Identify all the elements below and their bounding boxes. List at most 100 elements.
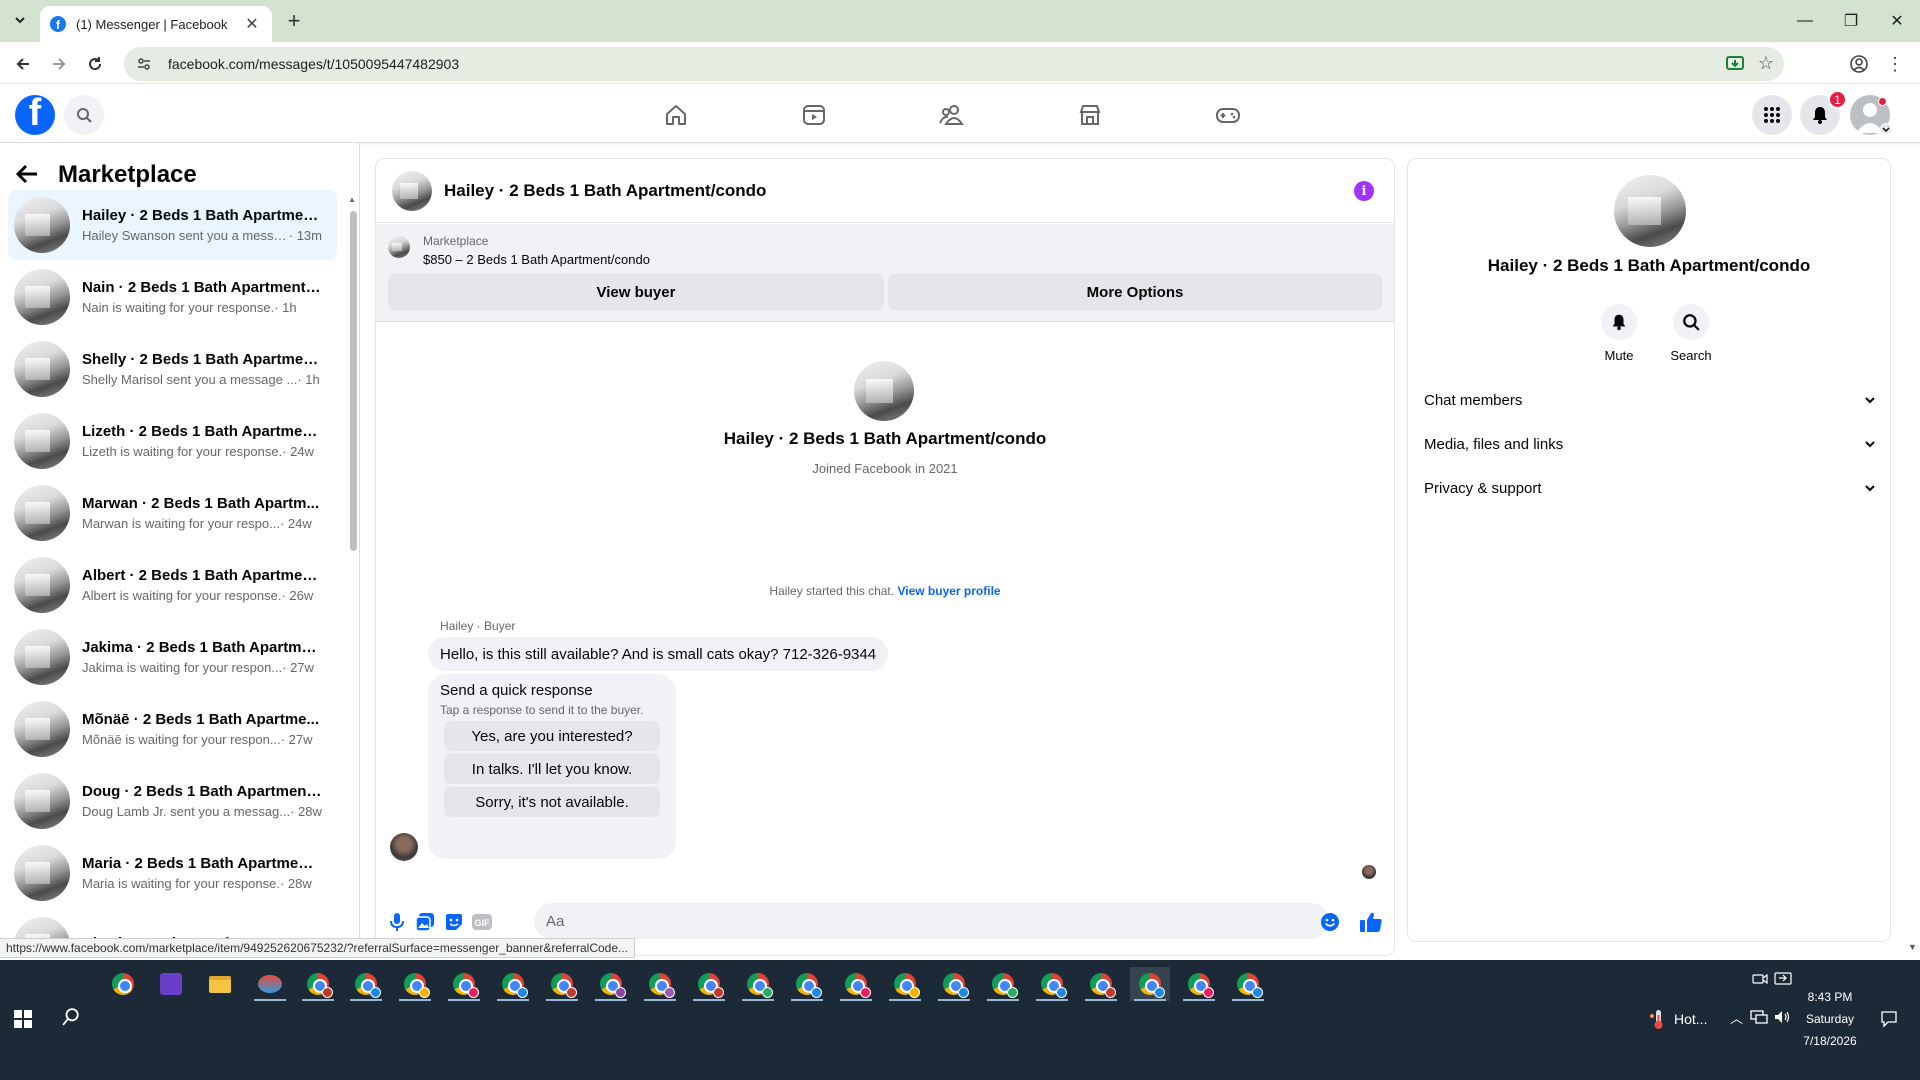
taskbar-chrome-profile-icon[interactable] (738, 967, 778, 1001)
nav-marketplace[interactable] (1034, 93, 1146, 137)
account-chevron-icon[interactable] (1880, 123, 1892, 135)
close-tab-icon[interactable]: ✕ (242, 14, 262, 34)
taskbar-chrome-profile-icon[interactable] (787, 967, 827, 1001)
facebook-search-button[interactable] (64, 95, 104, 135)
nav-video[interactable] (758, 93, 870, 137)
intro-avatar[interactable] (854, 361, 914, 421)
nav-friends[interactable] (896, 93, 1008, 137)
windows-start-icon[interactable] (14, 1010, 32, 1028)
quick-response-yes[interactable]: Yes, are you interested? (444, 721, 660, 751)
taskbar-chrome-profile-icon[interactable] (885, 967, 925, 1001)
taskbar-chrome-profile-icon[interactable] (1130, 967, 1170, 1001)
meet-now-icon[interactable] (1752, 972, 1768, 989)
scroll-up-arrow-icon[interactable]: ▲ (348, 195, 356, 204)
taskbar-chrome-profile-icon[interactable] (1032, 967, 1072, 1001)
taskbar-chrome-profile-icon[interactable] (346, 967, 386, 1001)
section-privacy-support[interactable]: Privacy & support (1424, 470, 1876, 506)
nav-home[interactable] (620, 93, 732, 137)
taskbar-chrome-profile-icon[interactable] (640, 967, 680, 1001)
taskbar-chrome-profile-icon[interactable] (493, 967, 533, 1001)
nav-gaming[interactable] (1172, 93, 1284, 137)
taskbar-chrome-profile-icon[interactable] (395, 967, 435, 1001)
conversation-item[interactable]: Shelly · 2 Beds 1 Bath Apartment... Shell… (8, 334, 337, 404)
clock-time[interactable]: 8:43 PM (1800, 990, 1860, 1004)
site-info-icon[interactable] (136, 56, 152, 72)
browser-tab-messenger[interactable]: f (1) Messenger | Facebook ✕ (40, 6, 272, 42)
conversation-item[interactable]: Maria · 2 Beds 1 Bath Apartment... Maria … (8, 838, 337, 908)
taskbar-chrome-profile-icon[interactable] (934, 967, 974, 1001)
browser-menu-button[interactable]: ⋮ (1882, 51, 1908, 77)
sender-avatar[interactable] (390, 833, 418, 861)
conversation-item[interactable]: Jakima · 2 Beds 1 Bath Apartme... Jakima … (8, 622, 337, 692)
photo-icon[interactable] (414, 911, 436, 933)
back-button[interactable] (10, 51, 36, 77)
view-buyer-profile-link[interactable]: View buyer profile (897, 584, 1000, 598)
sidebar-scrollbar[interactable] (350, 211, 357, 551)
chat-avatar[interactable] (392, 170, 432, 211)
view-buyer-button[interactable]: View buyer (388, 274, 884, 310)
reload-button[interactable] (82, 51, 108, 77)
screen-share-icon[interactable] (1774, 971, 1792, 990)
minimize-button[interactable]: — (1782, 6, 1828, 36)
quick-response-not-available[interactable]: Sorry, it's not available. (444, 787, 660, 817)
conversation-item[interactable]: Hailey · 2 Beds 1 Bath Apartmen... Hailey… (8, 190, 337, 260)
quick-response-in-talks[interactable]: In talks. I'll let you know. (444, 754, 660, 784)
message-input[interactable] (534, 903, 1329, 939)
taskbar-chrome-profile-icon[interactable] (1228, 967, 1268, 1001)
conversation-item[interactable]: Marwan · 2 Beds 1 Bath Apartm... Marwan i… (8, 478, 337, 548)
action-center-icon[interactable] (1880, 1010, 1898, 1031)
conversation-item[interactable]: Albert · 2 Beds 1 Bath Apartmen... Albert… (8, 550, 337, 620)
microphone-icon[interactable] (386, 911, 408, 933)
volume-icon[interactable] (1774, 1010, 1792, 1027)
taskbar-chrome-profile-icon[interactable] (1081, 967, 1121, 1001)
taskbar-app-icon[interactable] (250, 967, 290, 1001)
profile-button[interactable] (1846, 51, 1872, 77)
taskbar-chrome-profile-icon[interactable] (444, 967, 484, 1001)
taskbar-app-purple-icon[interactable] (151, 967, 191, 1001)
info-icon[interactable]: i (1354, 181, 1374, 201)
mute-action[interactable]: Mute (1589, 304, 1649, 363)
emoji-icon[interactable] (1319, 911, 1341, 933)
taskbar-chrome-profile-icon[interactable] (542, 967, 582, 1001)
tray-overflow-chevron-icon[interactable]: ︿ (1730, 1008, 1743, 1027)
conversation-item[interactable]: Nain · 2 Beds 1 Bath Apartment/... Nain i… (8, 262, 337, 332)
conversation-item[interactable]: Mõnäē · 2 Beds 1 Bath Apartme... Mõnäē is… (8, 694, 337, 764)
network-icon[interactable] (1750, 1010, 1768, 1027)
like-thumb-icon[interactable] (1358, 911, 1384, 933)
tab-search-button[interactable] (8, 8, 32, 32)
chat-title[interactable]: Hailey · 2 Beds 1 Bath Apartment/condo (444, 181, 766, 201)
info-avatar[interactable] (1614, 175, 1686, 247)
conversation-item[interactable]: Doug · 2 Beds 1 Bath Apartment... Doug La… (8, 766, 337, 836)
section-media-files-links[interactable]: Media, files and links (1424, 426, 1876, 462)
taskbar-search-icon[interactable] (62, 1008, 80, 1031)
taskbar-chrome-profile-icon[interactable] (689, 967, 729, 1001)
taskbar-chrome-profile-icon[interactable] (836, 967, 876, 1001)
forward-button[interactable] (46, 51, 72, 77)
more-options-button[interactable]: More Options (888, 274, 1382, 310)
listing-price[interactable]: $850 – 2 Beds 1 Bath Apartment/condo (423, 252, 650, 267)
new-tab-button[interactable]: + (282, 9, 306, 33)
taskbar-chrome-profile-icon[interactable] (298, 967, 338, 1001)
close-window-button[interactable]: ✕ (1874, 6, 1920, 36)
menu-button[interactable] (1752, 95, 1792, 135)
sticker-icon[interactable] (443, 911, 465, 933)
message-bubble[interactable]: Hello, is this still available? And is s… (428, 637, 889, 671)
taskbar-chrome-profile-icon[interactable] (983, 967, 1023, 1001)
bookmark-star-icon[interactable]: ☆ (1758, 53, 1774, 74)
taskbar-chrome-profile-icon[interactable] (591, 967, 631, 1001)
clock-day[interactable]: Saturday (1800, 1012, 1860, 1026)
weather-widget[interactable]: Hot... (1648, 1008, 1707, 1030)
restore-button[interactable]: ❐ (1828, 6, 1874, 36)
gif-icon[interactable]: GIF (471, 911, 493, 933)
listing-thumbnail[interactable] (388, 236, 410, 258)
clock-date[interactable]: 7/18/2026 (1800, 1034, 1860, 1048)
taskbar-file-explorer-icon[interactable] (200, 967, 240, 1001)
omnibox[interactable]: facebook.com/messages/t/1050095447482903… (124, 47, 1784, 81)
search-action[interactable]: Search (1661, 304, 1721, 363)
page-scroll-down-arrow-icon[interactable]: ▼ (1908, 942, 1917, 952)
section-chat-members[interactable]: Chat members (1424, 382, 1876, 418)
conversation-item[interactable]: Lizeth · 2 Beds 1 Bath Apartment... Lizet… (8, 406, 337, 476)
taskbar-chrome-icon[interactable] (103, 967, 143, 1001)
taskbar-chrome-profile-icon[interactable] (1179, 967, 1219, 1001)
back-arrow-icon[interactable] (15, 160, 50, 191)
